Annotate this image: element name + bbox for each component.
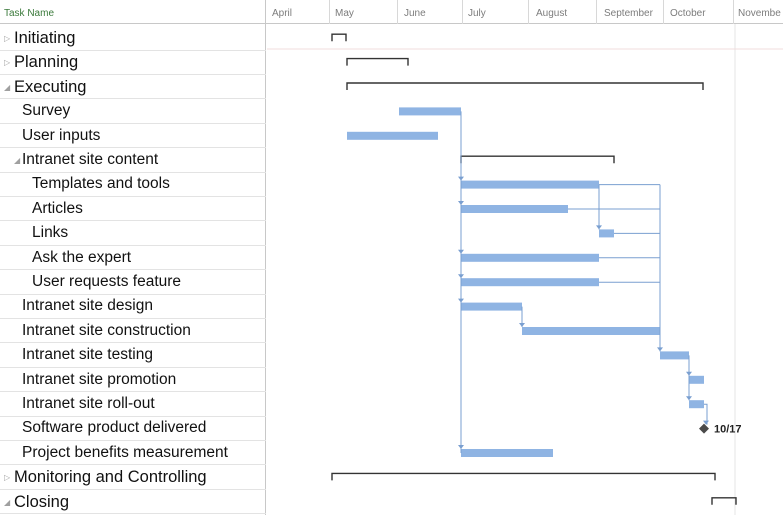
task-bar-intranet-site-testing[interactable] — [660, 351, 689, 360]
task-bar-intranet-site-construction[interactable] — [522, 327, 660, 335]
task-bar-links[interactable] — [599, 229, 614, 238]
dependency-arrow-icon — [458, 249, 464, 254]
task-bar-templates-and-tools[interactable] — [461, 180, 599, 189]
milestone-diamond-icon[interactable] — [699, 423, 709, 434]
milestone-date-label: 10/17 — [714, 424, 742, 436]
gantt-chart-view: Task Name ▷ Initiating ▷ Planning ◢ Executing… — [0, 0, 783, 515]
summary-bar-intranet-site-content[interactable] — [460, 155, 615, 164]
summary-bar-monitoring-and-controlling[interactable] — [331, 472, 716, 481]
dependency-arrow-icon — [458, 298, 464, 303]
task-bar-articles[interactable] — [461, 205, 568, 213]
summary-bar-closing[interactable] — [711, 497, 737, 505]
dependency-arrow-icon — [458, 176, 464, 181]
dependency-arrow-icon — [686, 371, 692, 376]
dependency-arrow-icon — [596, 225, 602, 230]
dependency-arrow-icon — [458, 201, 464, 205]
task-bar-intranet-site-design[interactable] — [461, 302, 522, 311]
task-bar-intranet-site-roll-out[interactable] — [689, 400, 704, 409]
summary-bar-executing[interactable] — [346, 82, 704, 90]
task-bar-intranet-site-promotion[interactable] — [689, 375, 704, 384]
dependency-arrow-icon — [657, 347, 663, 352]
task-bar-user-requests-feature[interactable] — [461, 278, 599, 287]
task-bar-user-inputs[interactable] — [347, 131, 438, 140]
gantt-timeline: 10/17 — [267, 24, 783, 515]
task-bar-project-benefits-measurement[interactable] — [461, 449, 553, 457]
summary-bar-initiating[interactable] — [331, 33, 347, 42]
dependency-arrow-icon — [686, 396, 692, 401]
task-bar-survey[interactable] — [399, 107, 461, 116]
summary-bar-planning[interactable] — [346, 57, 409, 66]
dependency-arrow-icon — [458, 445, 464, 449]
task-bar-ask-the-expert[interactable] — [461, 253, 599, 262]
dependency-arrow-icon — [519, 323, 525, 327]
dependency-arrow-icon — [458, 274, 464, 279]
